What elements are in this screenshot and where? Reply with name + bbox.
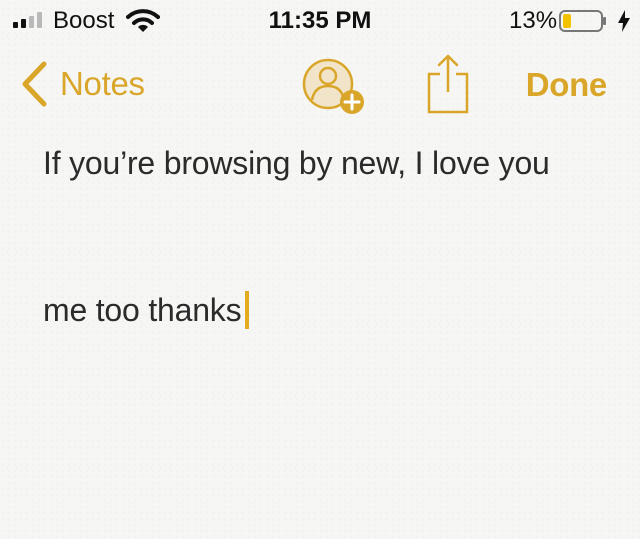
battery-percent: 13% — [509, 7, 558, 34]
chevron-left-icon — [22, 61, 47, 107]
note-line-2-text: me too thanks — [43, 292, 242, 328]
battery-icon — [559, 10, 606, 32]
back-button[interactable]: Notes — [20, 58, 145, 110]
text-cursor — [245, 291, 250, 329]
back-button-label: Notes — [60, 65, 145, 102]
done-button[interactable]: Done — [526, 66, 608, 104]
status-bar: Boost 11:35 PM 13% — [0, 0, 640, 40]
add-person-icon[interactable] — [300, 56, 372, 116]
note-line-2: me too thanks — [43, 287, 623, 333]
navigation-bar: Notes Done — [0, 48, 640, 120]
note-line-1: If you’re browsing by new, I love you — [43, 145, 550, 181]
share-icon[interactable] — [424, 54, 472, 114]
charging-bolt-icon — [618, 10, 630, 32]
note-editor[interactable]: If you’re browsing by new, I love you me… — [43, 140, 623, 333]
